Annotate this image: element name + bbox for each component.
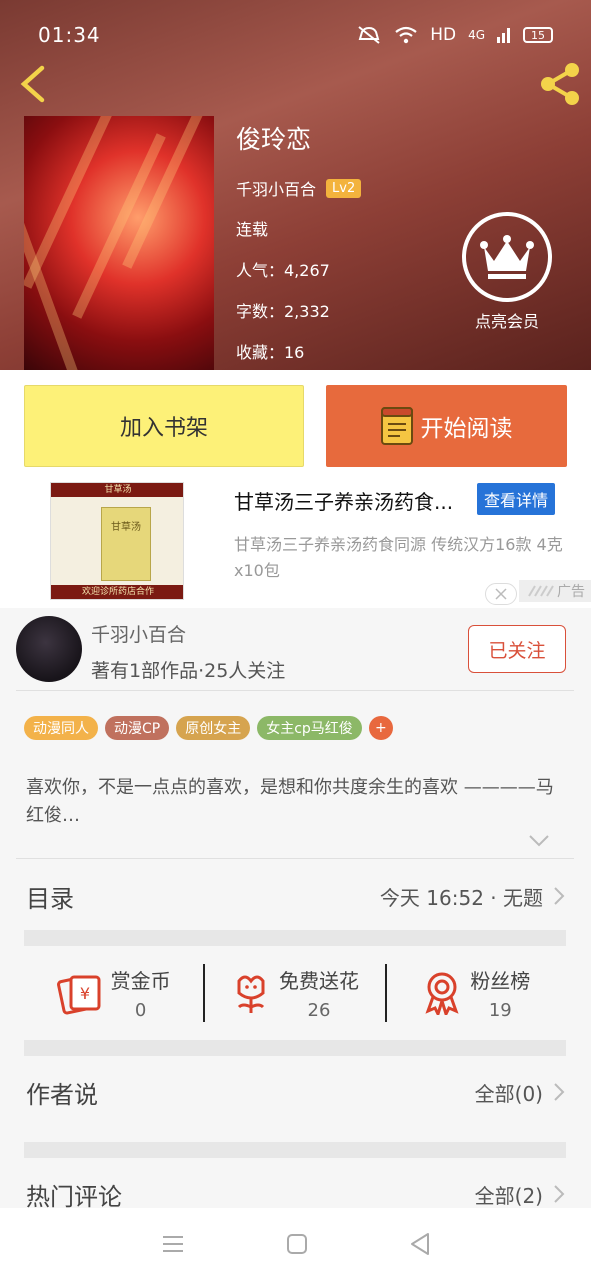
add-shelf-button[interactable]: 加入书架 xyxy=(24,385,304,467)
reward-coin-button[interactable]: ¥ 赏金币 0 xyxy=(24,965,203,1021)
back-nav-icon[interactable] xyxy=(409,1232,431,1256)
network-label: HD xyxy=(430,25,457,45)
fans-ranking-button[interactable]: 粉丝榜 19 xyxy=(387,965,566,1021)
ad-tag: 广告 xyxy=(519,580,591,602)
hot-comments-title: 热门评论 xyxy=(26,1182,122,1211)
home-icon[interactable] xyxy=(286,1233,308,1255)
author-says-title: 作者说 xyxy=(26,1080,98,1109)
ad-brand-icon xyxy=(528,585,554,597)
wifi-icon xyxy=(395,26,417,44)
section-gap xyxy=(24,930,566,946)
book-status: 连载 xyxy=(236,220,269,239)
stats-bar: ¥ 赏金币 0 免费送花 26 粉丝榜 19 xyxy=(24,946,566,1040)
tag-list: 动漫同人 动漫CP 原创女主 女主cp马红俊 + xyxy=(24,716,393,740)
system-nav-bar xyxy=(0,1208,591,1280)
start-reading-label: 开始阅读 xyxy=(420,416,513,442)
tag-more-button[interactable]: + xyxy=(368,716,393,740)
follow-button[interactable]: 已关注 xyxy=(468,625,566,673)
tag-item[interactable]: 动漫CP xyxy=(105,716,170,740)
ad-banner[interactable]: 甘草汤 甘草汤 欢迎诊所药店合作 甘草汤三子养亲汤药食... 查看详情 甘草汤三… xyxy=(0,482,591,608)
status-bar: 01:34 HD 4G 15 xyxy=(0,0,591,70)
chevron-down-icon[interactable] xyxy=(528,834,550,848)
ad-image-box-text: 甘草汤 xyxy=(101,507,151,581)
status-time: 01:34 xyxy=(38,23,101,47)
ad-close-button[interactable] xyxy=(485,583,517,605)
tag-item[interactable]: 女主cp马红俊 xyxy=(257,716,362,740)
hot-comments-count: 全部(2) xyxy=(474,1183,543,1208)
book-word-count: 字数：2,332 xyxy=(236,302,330,321)
book-author[interactable]: 千羽小百合 xyxy=(236,176,316,200)
divider xyxy=(16,690,574,691)
signal-icon xyxy=(497,28,510,43)
chevron-right-icon xyxy=(554,1185,565,1203)
catalog-latest-chapter: 今天 16:52 · 无题 xyxy=(379,885,543,910)
book-title: 俊玲恋 xyxy=(236,125,312,154)
divider xyxy=(16,858,574,859)
tag-item[interactable]: 原创女主 xyxy=(176,716,251,740)
catalog-row[interactable]: 目录 今天 16:52 · 无题 xyxy=(0,860,591,932)
book-header: 01:34 HD 4G 15 俊玲恋 千羽小百合 Lv2 连载 人气：4,267… xyxy=(0,0,591,370)
ad-title[interactable]: 甘草汤三子养亲汤药食... xyxy=(234,486,470,515)
author-says-count: 全部(0) xyxy=(474,1081,543,1106)
svg-text:¥: ¥ xyxy=(80,984,90,1003)
book-cover[interactable] xyxy=(24,116,214,370)
book-description: 喜欢你，不是一点点的喜欢，是想和你共度余生的喜欢 ————马红俊… xyxy=(26,777,554,826)
close-icon xyxy=(495,588,507,600)
book-favorites: 收藏：16 xyxy=(236,343,305,362)
fans-value: 19 xyxy=(488,1000,512,1021)
reward-value: 0 xyxy=(134,1000,147,1021)
fans-label: 粉丝榜 xyxy=(470,969,531,993)
author-card[interactable]: 千羽小百合 著有1部作品·25人关注 已关注 xyxy=(0,608,591,690)
action-bar: 加入书架 开始阅读 xyxy=(0,370,591,482)
vip-label: 点亮会员 xyxy=(474,312,539,331)
crown-icon xyxy=(480,235,534,279)
book-icon xyxy=(380,407,413,445)
section-gap xyxy=(24,1040,566,1056)
flower-value: 26 xyxy=(307,1000,331,1021)
share-icon[interactable] xyxy=(536,60,584,108)
signal-label: 4G xyxy=(468,28,485,42)
ad-detail-button[interactable]: 查看详情 xyxy=(477,483,556,515)
author-level-badge: Lv2 xyxy=(326,178,362,198)
start-reading-button[interactable]: 开始阅读 xyxy=(326,385,567,467)
flower-label: 免费送花 xyxy=(278,969,359,993)
book-info: 俊玲恋 千羽小百合 Lv2 连载 人气：4,267 字数：2,332 收藏：16 xyxy=(236,120,362,380)
author-name[interactable]: 千羽小百合 xyxy=(91,620,186,647)
ad-description: 甘草汤三子养亲汤药食同源 传统汉方16款 4克x10包 xyxy=(234,535,563,580)
status-icons: HD 4G 15 xyxy=(356,25,553,45)
battery-icon: 15 xyxy=(523,27,553,43)
author-says-row[interactable]: 作者说 全部(0) xyxy=(0,1056,591,1128)
reward-label: 赏金币 xyxy=(110,969,171,993)
catalog-title: 目录 xyxy=(26,884,74,913)
chevron-right-icon xyxy=(554,887,565,905)
chevron-right-icon xyxy=(554,1083,565,1101)
menu-icon[interactable] xyxy=(161,1234,185,1254)
vip-button[interactable]: 点亮会员 xyxy=(462,212,552,332)
flower-icon xyxy=(237,975,265,1013)
tag-item[interactable]: 动漫同人 xyxy=(24,716,98,740)
section-gap xyxy=(24,1142,566,1158)
book-popularity: 人气：4,267 xyxy=(236,261,330,280)
medal-icon xyxy=(425,972,459,1015)
free-flower-button[interactable]: 免费送花 26 xyxy=(205,965,384,1021)
ad-image[interactable]: 甘草汤 甘草汤 欢迎诊所药店合作 xyxy=(50,482,184,600)
back-icon[interactable] xyxy=(14,62,50,106)
ad-tag-label: 广告 xyxy=(557,584,585,600)
ad-image-top-text: 甘草汤 xyxy=(51,483,183,497)
coin-envelope-icon: ¥ xyxy=(56,975,101,1015)
avatar[interactable] xyxy=(16,616,82,682)
mute-icon xyxy=(358,26,380,44)
author-meta: 著有1部作品·25人关注 xyxy=(91,660,286,682)
ad-image-bottom-text: 欢迎诊所药店合作 xyxy=(51,585,183,599)
